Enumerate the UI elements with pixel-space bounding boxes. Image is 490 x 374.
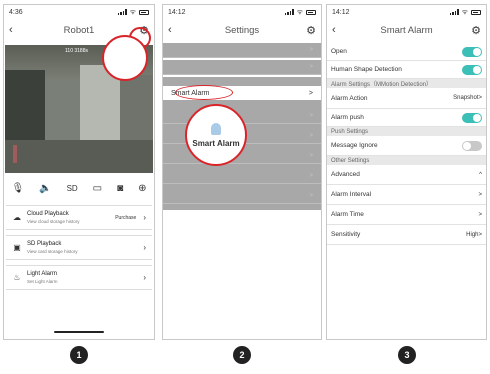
- settings-item-dimmed[interactable]: >: [163, 43, 321, 58]
- row-label: Alarm Action: [331, 94, 368, 102]
- alarm-time-row[interactable]: Alarm Time >: [327, 205, 486, 225]
- human-shape-row: Human Shape Detection: [327, 61, 486, 79]
- row-label: Alarm push: [331, 114, 364, 121]
- message-ignore-row: Message Ignore: [327, 136, 486, 156]
- row-value: >: [478, 211, 482, 218]
- light-alarm-icon: ♨: [13, 273, 21, 282]
- back-icon[interactable]: ‹: [168, 24, 182, 36]
- sd-playback-card[interactable]: ▣ SD Playback View card storage history ›: [6, 235, 152, 260]
- sd-button[interactable]: SD: [67, 184, 78, 193]
- screen-camera-live: 4:36 ᯤ ‹ Robot1 ⚙ 110 3188s 🎙 🔈 SD ▭ ◙ ⊕…: [3, 4, 155, 340]
- alarm-action-row[interactable]: Alarm Action Snapshot>: [327, 88, 486, 109]
- alarm-interval-row[interactable]: Alarm Interval >: [327, 185, 486, 205]
- back-icon[interactable]: ‹: [332, 24, 346, 36]
- signal-icon: [117, 9, 127, 15]
- settings-item-dimmed[interactable]: >: [163, 189, 321, 204]
- record-icon[interactable]: ▭: [93, 183, 102, 194]
- row-value: Snapshot>: [453, 95, 482, 101]
- speaker-icon[interactable]: 🔈: [39, 183, 51, 194]
- open-row: Open: [327, 43, 486, 61]
- screen-smart-alarm: 14:12 ᯤ ‹ Smart Alarm ⚙ Open Human Shape…: [326, 4, 487, 340]
- row-label: Message Ignore: [331, 142, 378, 149]
- message-ignore-toggle[interactable]: [462, 140, 482, 151]
- section-header: Other Settings: [327, 156, 486, 165]
- step-number-2: 2: [233, 346, 251, 364]
- status-time: 4:36: [9, 8, 23, 16]
- status-bar: 14:12 ᯤ: [163, 5, 321, 19]
- zoom-label: Smart Alarm: [192, 138, 240, 148]
- settings-item-dimmed[interactable]: >: [163, 169, 321, 184]
- alarm-push-row: Alarm push: [327, 109, 486, 127]
- camera-icon[interactable]: ◙: [117, 183, 123, 194]
- wifi-icon: ᯤ: [296, 8, 303, 16]
- battery-icon: [306, 9, 316, 15]
- zoom-callout: Smart Alarm: [185, 104, 247, 166]
- settings-item-dimmed[interactable]: >: [163, 60, 321, 75]
- open-toggle[interactable]: [462, 46, 482, 57]
- control-bar: 🎙 🔈 SD ▭ ◙ ⊕: [4, 177, 154, 199]
- cloud-icon: ☁: [13, 213, 21, 222]
- status-time: 14:12: [168, 8, 186, 16]
- screen-settings: 14:12 ᯤ ‹ Settings ⚙ > > Smart Alarm > >…: [162, 4, 322, 340]
- signal-icon: [449, 9, 459, 15]
- ptz-icon[interactable]: ⊕: [138, 183, 146, 194]
- row-value: High>: [466, 231, 482, 238]
- row-value: >: [478, 191, 482, 198]
- card-subtitle: View card storage history: [27, 248, 78, 254]
- back-icon[interactable]: ‹: [9, 24, 23, 36]
- human-shape-toggle[interactable]: [462, 64, 482, 75]
- row-label: Open: [331, 48, 347, 55]
- chevron-right-icon: >: [308, 89, 313, 97]
- bell-icon: [211, 122, 221, 135]
- sensitivity-row[interactable]: Sensitivity High>: [327, 225, 486, 245]
- row-label: Alarm Interval: [331, 191, 372, 198]
- cloud-playback-card[interactable]: ☁ Cloud Playback View cloud storage histo…: [6, 205, 152, 230]
- advanced-row[interactable]: Advanced ^: [327, 165, 486, 185]
- step-number-3: 3: [398, 346, 416, 364]
- status-bar: 4:36 ᯤ: [4, 5, 154, 19]
- row-value: ^: [479, 171, 482, 178]
- card-subtitle: View cloud storage history: [27, 218, 80, 224]
- chevron-right-icon: ›: [143, 273, 146, 282]
- wifi-icon: ᯤ: [129, 8, 136, 16]
- page-title: Settings: [224, 24, 260, 36]
- step-number-1: 1: [70, 346, 88, 364]
- battery-icon: [139, 9, 149, 15]
- row-label: Human Shape Detection: [331, 66, 402, 73]
- sd-card-icon: ▣: [13, 243, 21, 252]
- chevron-right-icon: ›: [143, 213, 146, 222]
- page-title: Smart Alarm: [380, 24, 433, 36]
- card-title: SD Playback: [27, 240, 62, 247]
- battery-icon: [471, 9, 481, 15]
- chevron-right-icon: ›: [143, 243, 146, 252]
- row-label: Sensitivity: [331, 231, 361, 238]
- alarm-push-toggle[interactable]: [462, 112, 482, 123]
- card-subtitle: Set Light Alarm: [27, 278, 58, 284]
- wifi-icon: ᯤ: [461, 8, 468, 16]
- card-title: Cloud Playback: [27, 210, 69, 217]
- video-timestamp: 110 3188s: [65, 48, 88, 54]
- status-bar: 14:12 ᯤ: [327, 5, 486, 19]
- home-indicator: [54, 331, 104, 333]
- nav-bar: ‹ Settings ⚙: [163, 21, 321, 39]
- light-alarm-card[interactable]: ♨ Light Alarm Set Light Alarm ›: [6, 265, 152, 290]
- status-time: 14:12: [332, 8, 350, 16]
- nav-bar: ‹ Smart Alarm ⚙: [327, 21, 486, 39]
- signal-icon: [284, 9, 294, 15]
- row-label: Advanced: [331, 171, 360, 178]
- mic-icon[interactable]: 🎙: [11, 183, 24, 194]
- section-header: Push Settings: [327, 127, 486, 136]
- card-title: Light Alarm: [27, 270, 58, 277]
- gear-icon[interactable]: ⚙: [302, 24, 316, 37]
- gear-icon[interactable]: ⚙: [467, 24, 481, 37]
- purchase-label: Purchase: [115, 214, 137, 221]
- page-title: Robot1: [63, 24, 95, 36]
- row-label: Alarm Time: [331, 211, 364, 218]
- selection-highlight-oval: [175, 85, 233, 100]
- zoom-callout: [102, 35, 148, 81]
- section-header: Alarm Settings（MMotion Detection）: [327, 79, 486, 88]
